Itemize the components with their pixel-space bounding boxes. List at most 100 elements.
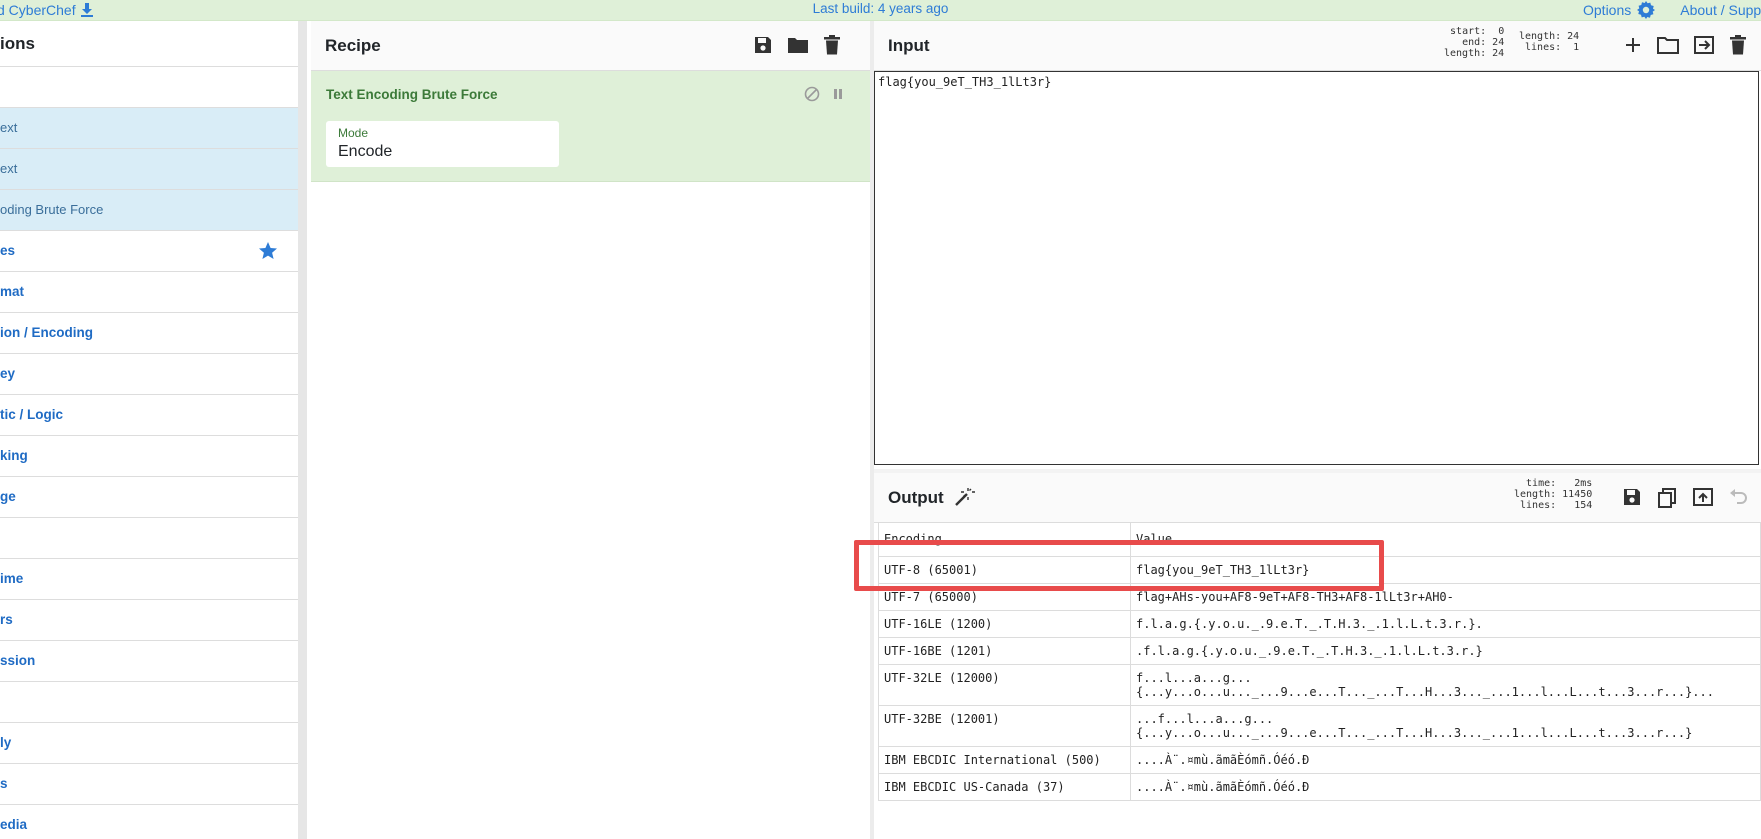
value-cell: .f.l.a.g.{.y.o.u._.9.e.T._.T.H.3._.1.l.L… [1130, 637, 1761, 665]
input-header: Input start: 0 end: 24 length: 24 length… [874, 21, 1761, 71]
operation-item-label: ly [0, 735, 12, 750]
favourite-operation-item[interactable]: ext [0, 108, 298, 149]
operation-item-label: es [0, 243, 16, 258]
input-panel: Input start: 0 end: 24 length: 24 length… [874, 21, 1761, 469]
operation-category-item[interactable]: tic / Logic [0, 395, 298, 436]
operation-category-item[interactable]: ime [0, 559, 298, 600]
operation-item-label: rs [0, 612, 13, 627]
favourite-operation-item[interactable]: oding Brute Force [0, 190, 298, 231]
operation-category-item[interactable]: s [0, 764, 298, 805]
favourite-operation-item[interactable]: ext [0, 149, 298, 190]
replace-input-icon[interactable] [1692, 487, 1714, 507]
operation-item-label: ext [0, 161, 18, 176]
operation-name: Text Encoding Brute Force [326, 87, 498, 102]
value-text: f.l.a.g.{.y.o.u._.9.e.T._.T.H.3._.1.l.L.… [1136, 617, 1483, 631]
save-icon[interactable] [753, 35, 773, 55]
output-table-row: IBM EBCDIC International (500) ....À¨.¤mù… [878, 746, 1761, 774]
recipe-header: Recipe [311, 21, 870, 71]
value-text-continued: {...y...o...u..._...9...e...T..._...T...… [1136, 726, 1693, 740]
folder-icon[interactable] [787, 35, 809, 55]
copy-icon[interactable] [1656, 487, 1678, 509]
pause-icon[interactable] [832, 87, 844, 101]
operation-category-item[interactable]: ly [0, 723, 298, 764]
value-text: ...f...l...a...g... [1136, 712, 1274, 726]
operation-category-item[interactable]: king [0, 436, 298, 477]
operation-category-item[interactable] [0, 518, 298, 559]
value-cell: ...f...l...a...g... {...y...o...u..._...9… [1130, 705, 1761, 747]
encoding-cell: UTF-16LE (1200) [878, 610, 1131, 638]
panel-gutter[interactable] [298, 21, 307, 839]
open-file-icon[interactable] [1693, 35, 1715, 55]
search-input[interactable] [0, 69, 294, 107]
operation-category-item[interactable]: rs [0, 600, 298, 641]
operation-item-label: oding Brute Force [0, 202, 104, 217]
operation-category-item[interactable]: ey [0, 354, 298, 395]
clear-input-icon[interactable] [1729, 35, 1747, 55]
encoding-cell: UTF-16BE (1201) [878, 637, 1131, 665]
output-panel: Output time: 2ms length: 11450 lines: 15… [874, 473, 1761, 839]
mode-value: Encode [338, 143, 393, 160]
undo-icon[interactable] [1728, 487, 1748, 507]
value-text: flag+AHs-you+AF8-9eT+AF8-TH3+AF8-1lLt3r+… [1136, 590, 1454, 604]
save-output-icon[interactable] [1622, 487, 1642, 507]
mode-label: Mode [338, 126, 369, 140]
operation-category-item[interactable]: edia [0, 805, 298, 839]
value-text-continued: {...y...o...u..._...9...e...T..._...T...… [1136, 685, 1714, 699]
recipe-title: Recipe [325, 36, 381, 55]
value-text: ....À¨.¤mù.ãmãÈómñ.Óéó.Ð [1136, 780, 1310, 794]
star-icon[interactable] [258, 241, 278, 261]
value-cell: ....À¨.¤mù.ãmãÈómñ.Óéó.Ð [1130, 746, 1761, 774]
encoding-cell: IBM EBCDIC International (500) [878, 746, 1131, 774]
operation-item-label: s [0, 776, 8, 791]
trash-icon[interactable] [823, 35, 841, 55]
operation-category-item[interactable]: ge [0, 477, 298, 518]
operation-item-label: tic / Logic [0, 407, 64, 422]
operation-category-item[interactable]: es [0, 231, 298, 272]
last-build-notice: Last build: 4 years ago [812, 1, 949, 16]
magic-wand-icon[interactable] [953, 486, 975, 508]
output-header: Output time: 2ms length: 11450 lines: 15… [874, 473, 1761, 523]
value-cell: f...l...a...g... {...y...o...u..._...9...… [1130, 664, 1761, 706]
operation-category-item[interactable]: ion / Encoding [0, 313, 298, 354]
operation-item-label: ime [0, 571, 24, 586]
open-folder-icon[interactable] [1657, 35, 1679, 55]
value-cell: ....À¨.¤mù.ãmãÈómñ.Óéó.Ð [1130, 773, 1761, 801]
output-title: Output [888, 488, 944, 507]
disable-icon[interactable] [804, 86, 820, 102]
recipe-panel: Recipe Text Encoding Brute Force Mode En… [311, 21, 870, 839]
output-table-row: UTF-32BE (12001) ...f...l...a...g... {...y… [878, 705, 1761, 747]
operation-item-label: ion / Encoding [0, 325, 93, 340]
operations-title: ions [0, 21, 298, 67]
input-textarea[interactable]: flag{you_9eT_TH3_1lLt3r} [874, 71, 1759, 465]
operation-item-label: ge [0, 489, 16, 504]
gear-icon [1637, 1, 1656, 19]
output-stats: time: 2ms length: 11450 lines: 154 [1514, 478, 1593, 511]
output-table-row: UTF-32LE (12000) f...l...a...g... {...y...… [878, 664, 1761, 706]
output-table-row: UTF-16BE (1201) .f.l.a.g.{.y.o.u._.9.e.T.… [878, 637, 1761, 665]
add-input-icon[interactable] [1623, 35, 1643, 55]
value-text: ....À¨.¤mù.ãmãÈómñ.Óéó.Ð [1136, 753, 1310, 767]
value-text: .f.l.a.g.{.y.o.u._.9.e.T._.T.H.3._.1.l.L… [1136, 644, 1483, 658]
operation-item-label: king [0, 448, 28, 463]
input-title: Input [888, 36, 930, 55]
encoding-cell: IBM EBCDIC US-Canada (37) [878, 773, 1131, 801]
operation-item-label: ey [0, 366, 16, 381]
operation-category-item[interactable]: ssion [0, 641, 298, 682]
about-support-link[interactable]: About / Suppo [1680, 2, 1761, 18]
operation-item-label: edia [0, 817, 28, 832]
input-stats-position: start: 0 end: 24 length: 24 [1444, 26, 1505, 59]
operations-search [0, 67, 298, 108]
operations-list: ext ext oding Brute Force es mat ion / Encodi… [0, 108, 298, 839]
operation-item-label: ext [0, 120, 18, 135]
recipe-operation[interactable]: Text Encoding Brute Force Mode Encode [311, 71, 870, 182]
operation-category-item[interactable] [0, 682, 298, 723]
mode-select[interactable]: Mode Encode [326, 121, 559, 167]
options-link[interactable]: Options [1583, 0, 1656, 20]
value-cell: f.l.a.g.{.y.o.u._.9.e.T._.T.H.3._.1.l.L.… [1130, 610, 1761, 638]
output-table-row: IBM EBCDIC US-Canada (37) ....À¨.¤mù.ãmãÈ… [878, 773, 1761, 801]
encoding-cell: UTF-32BE (12001) [878, 705, 1131, 747]
operation-category-item[interactable]: mat [0, 272, 298, 313]
top-banner: d CyberChef Last build: 4 years ago Opti… [0, 0, 1761, 21]
operation-item-label: mat [0, 284, 25, 299]
value-text: f...l...a...g... [1136, 671, 1252, 685]
